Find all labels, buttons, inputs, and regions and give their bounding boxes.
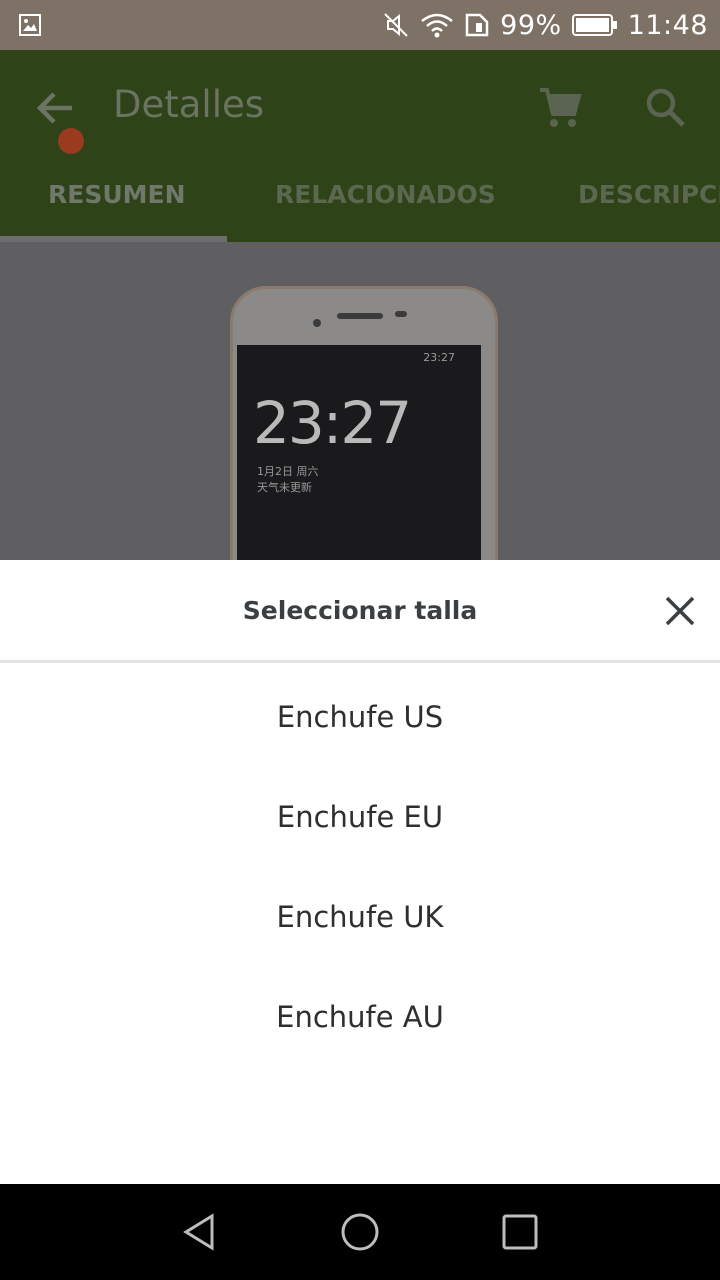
app-bar: Detalles	[0, 50, 720, 164]
phone-image: 23:27 23:27 1月2日 周六 天气未更新	[230, 286, 498, 560]
page-title: Detalles	[113, 83, 265, 126]
battery-icon	[571, 14, 617, 36]
tab-descripcion[interactable]: DESCRIPCI	[578, 164, 720, 236]
back-triangle-icon[interactable]	[178, 1210, 222, 1254]
tab-resumen[interactable]: RESUMEN	[48, 164, 186, 236]
notification-dot	[58, 128, 84, 154]
screen-time-small: 23:27	[423, 351, 455, 364]
sim-icon	[465, 13, 489, 37]
image-icon	[19, 14, 41, 36]
recents-square-icon[interactable]	[498, 1210, 542, 1254]
option-enchufe-uk[interactable]: Enchufe UK	[0, 867, 720, 967]
clock: 11:48	[627, 9, 708, 41]
front-camera	[313, 319, 321, 327]
close-icon[interactable]	[658, 589, 702, 633]
option-enchufe-us[interactable]: Enchufe US	[0, 667, 720, 767]
sensor	[395, 311, 407, 317]
phone-screen: 23:27 23:27 1月2日 周六 天气未更新	[237, 345, 481, 560]
option-enchufe-eu[interactable]: Enchufe EU	[0, 767, 720, 867]
divider	[0, 660, 720, 663]
tab-relacionados[interactable]: RELACIONADOS	[275, 164, 496, 236]
status-bar: 99% 11:48	[0, 0, 720, 50]
sheet-title: Seleccionar talla	[242, 596, 478, 625]
battery-percentage: 99%	[500, 9, 562, 41]
screen-time-big: 23:27	[253, 389, 412, 457]
option-enchufe-au[interactable]: Enchufe AU	[0, 967, 720, 1067]
earpiece	[337, 313, 383, 319]
home-circle-icon[interactable]	[338, 1210, 382, 1254]
back-arrow-icon[interactable]	[34, 86, 78, 130]
cart-icon[interactable]	[536, 84, 582, 130]
search-icon[interactable]	[642, 84, 688, 130]
sheet-header: Seleccionar talla	[0, 560, 720, 660]
screen-date: 1月2日 周六	[257, 465, 319, 478]
product-image: 23:27 23:27 1月2日 周六 天气未更新	[0, 242, 720, 560]
tab-bar: RESUMEN RELACIONADOS DESCRIPCI	[0, 164, 720, 242]
size-selection-sheet: Seleccionar talla Enchufe US Enchufe EU …	[0, 560, 720, 1184]
mute-icon	[384, 13, 408, 37]
navigation-bar	[0, 1184, 720, 1280]
wifi-icon	[421, 13, 453, 38]
screen-weather: 天气未更新	[257, 481, 312, 494]
